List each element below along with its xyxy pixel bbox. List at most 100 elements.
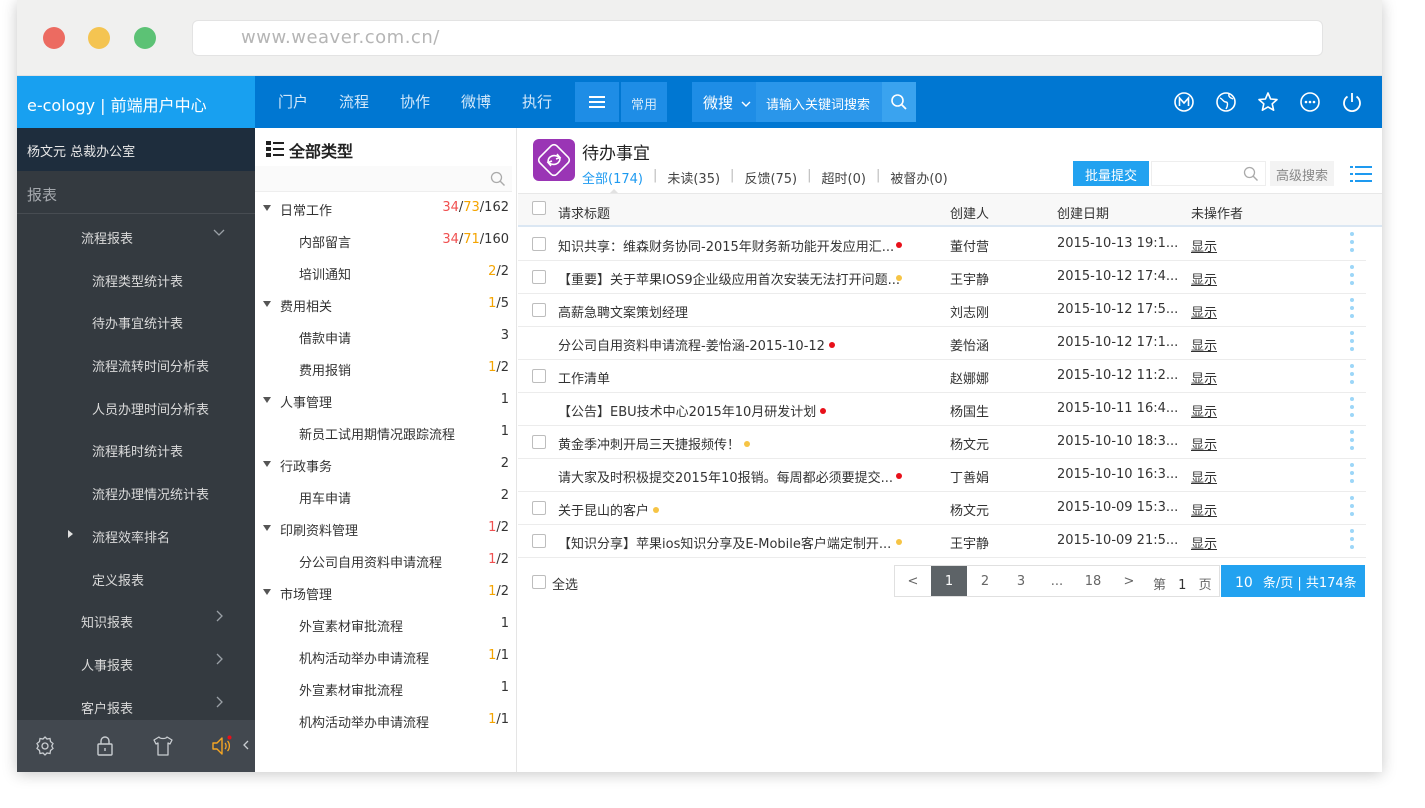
column-header-date[interactable]: 创建日期: [1057, 203, 1109, 222]
list-view-icon[interactable]: [1350, 164, 1372, 184]
tree-group[interactable]: 行政事务 2: [255, 448, 516, 480]
caret-down-icon[interactable]: [263, 397, 271, 403]
tree-group[interactable]: 日常工作 34/73/162: [255, 192, 516, 224]
show-pending-link[interactable]: 显示: [1191, 533, 1217, 552]
tree-item[interactable]: 外宣素材审批流程 1: [255, 608, 516, 640]
row-checkbox[interactable]: [532, 501, 546, 515]
show-pending-link[interactable]: 显示: [1191, 401, 1217, 420]
caret-down-icon[interactable]: [263, 461, 271, 467]
show-pending-link[interactable]: 显示: [1191, 335, 1217, 354]
row-checkbox[interactable]: [532, 534, 546, 548]
speaker-icon[interactable]: [209, 734, 233, 758]
row-more-icon[interactable]: [1350, 331, 1354, 355]
page-button[interactable]: 2: [967, 566, 1003, 596]
tree-group[interactable]: 人事管理 1: [255, 384, 516, 416]
table-row[interactable]: 分公司自用资料申请流程-姜怡涵-2015-10-12 姜怡涵 2015-10-12 …: [518, 327, 1366, 360]
show-pending-link[interactable]: 显示: [1191, 467, 1217, 486]
tree-item[interactable]: 新员工试用期情况跟踪流程 1: [255, 416, 516, 448]
sidebar-item-custom-reports[interactable]: 定义报表: [17, 556, 255, 599]
star-icon[interactable]: [1256, 90, 1280, 114]
prev-page-button[interactable]: <: [895, 566, 931, 596]
search-input[interactable]: 请输入关键词搜索: [756, 82, 882, 122]
hamburger-menu-button[interactable]: [575, 82, 619, 122]
request-title-link[interactable]: 关于昆山的客户: [558, 500, 660, 519]
select-all-checkbox[interactable]: [532, 575, 546, 589]
request-title-link[interactable]: 黄金季冲刺开局三天捷报频传！: [558, 434, 751, 453]
show-pending-link[interactable]: 显示: [1191, 269, 1217, 288]
filter-unread[interactable]: 未读(35): [667, 168, 720, 187]
table-row[interactable]: 黄金季冲刺开局三天捷报频传！ 杨文元 2015-10-10 18:3... 显示: [518, 426, 1366, 459]
caret-down-icon[interactable]: [263, 525, 271, 531]
quick-search-input[interactable]: [1151, 161, 1266, 186]
tree-item[interactable]: 用车申请 2: [255, 480, 516, 512]
tree-item[interactable]: 内部留言 34/71/160: [255, 224, 516, 256]
show-pending-link[interactable]: 显示: [1191, 500, 1217, 519]
request-title-link[interactable]: 工作清单: [558, 368, 610, 387]
sidebar-item-efficiency-ranking[interactable]: 流程效率排名: [17, 513, 255, 556]
current-user[interactable]: 杨文元 总裁办公室: [17, 128, 255, 171]
page-button[interactable]: 3: [1003, 566, 1039, 596]
request-title-link[interactable]: 知识共享：维森财务协同-2015年财务新功能开发应用汇...: [558, 236, 894, 255]
table-row[interactable]: 【知识分享】苹果ios知识分享及E-Mobile客户端定制开... 王宇静 2015…: [518, 525, 1366, 558]
table-row[interactable]: 【公告】EBU技术中心2015年10月研发计划 杨国生 2015-10-11 16:…: [518, 393, 1366, 426]
m-icon[interactable]: [1172, 90, 1196, 114]
show-pending-link[interactable]: 显示: [1191, 302, 1217, 321]
close-window-button[interactable]: [43, 27, 65, 49]
tree-item[interactable]: 培训通知 2/2: [255, 256, 516, 288]
tree-item[interactable]: 机构活动举办申请流程 1/1: [255, 640, 516, 672]
select-all[interactable]: 全选: [532, 574, 578, 593]
row-more-icon[interactable]: [1350, 463, 1354, 487]
row-more-icon[interactable]: [1350, 298, 1354, 322]
search-type-select[interactable]: 微搜: [692, 82, 756, 122]
table-row[interactable]: 工作清单 赵娜娜 2015-10-12 11:2... 显示: [518, 360, 1366, 393]
nav-collaboration[interactable]: 协作: [400, 76, 438, 128]
minimize-window-button[interactable]: [88, 27, 110, 49]
sidebar-item-handling-stats[interactable]: 流程办理情况统计表: [17, 470, 255, 513]
tree-item[interactable]: 机构活动举办申请流程 1/1: [255, 704, 516, 736]
power-icon[interactable]: [1340, 90, 1364, 114]
globe-icon[interactable]: [1214, 90, 1238, 114]
column-header-title[interactable]: 请求标题: [558, 203, 610, 222]
batch-submit-button[interactable]: 批量提交: [1073, 161, 1149, 186]
tree-item[interactable]: 外宣素材审批流程 1: [255, 672, 516, 704]
tree-item[interactable]: 借款申请 3: [255, 320, 516, 352]
sidebar-item-knowledge-reports[interactable]: 知识报表: [17, 598, 255, 641]
table-row[interactable]: 【重要】关于苹果IOS9企业级应用首次安装无法打开问题... 王宇静 2015-10…: [518, 261, 1366, 294]
tree-item[interactable]: 费用报销 1/2: [255, 352, 516, 384]
show-pending-link[interactable]: 显示: [1191, 368, 1217, 387]
search-button[interactable]: [882, 82, 916, 122]
request-title-link[interactable]: 【重要】关于苹果IOS9企业级应用首次安装无法打开问题...: [558, 269, 900, 288]
request-title-link[interactable]: 【公告】EBU技术中心2015年10月研发计划: [558, 401, 827, 420]
sidebar-item-hr-reports[interactable]: 人事报表: [17, 641, 255, 684]
row-more-icon[interactable]: [1350, 529, 1354, 553]
app-brand[interactable]: e-cology | 前端用户中心: [17, 76, 255, 128]
page-size-select[interactable]: 10 条/页 | 共174条: [1221, 565, 1365, 597]
caret-down-icon[interactable]: [263, 205, 271, 211]
request-title-link[interactable]: 【知识分享】苹果ios知识分享及E-Mobile客户端定制开...: [558, 533, 891, 552]
lock-icon[interactable]: [93, 734, 117, 758]
row-checkbox[interactable]: [532, 303, 546, 317]
collapse-sidebar-icon[interactable]: [243, 740, 249, 750]
column-header-creator[interactable]: 创建人: [950, 203, 989, 222]
nav-weibo[interactable]: 微博: [461, 76, 499, 128]
show-pending-link[interactable]: 显示: [1191, 434, 1217, 453]
caret-down-icon[interactable]: [263, 301, 271, 307]
maximize-window-button[interactable]: [134, 27, 156, 49]
row-more-icon[interactable]: [1350, 430, 1354, 454]
sidebar-item-duration-stats[interactable]: 流程耗时统计表: [17, 427, 255, 470]
tree-group[interactable]: 市场管理 1/2: [255, 576, 516, 608]
tree-search-input[interactable]: [255, 166, 512, 192]
address-bar[interactable]: www.weaver.com.cn/: [192, 20, 1323, 56]
filter-supervised[interactable]: 被督办(0): [890, 168, 947, 187]
sidebar-item-type-stats[interactable]: 流程类型统计表: [17, 257, 255, 300]
table-row[interactable]: 高薪急聘文案策划经理 刘志刚 2015-10-12 17:5... 显示: [518, 294, 1366, 327]
sidebar-item-handling-time-analysis[interactable]: 人员办理时间分析表: [17, 385, 255, 428]
row-more-icon[interactable]: [1350, 232, 1354, 256]
request-title-link[interactable]: 分公司自用资料申请流程-姜怡涵-2015-10-12: [558, 335, 835, 354]
row-more-icon[interactable]: [1350, 265, 1354, 289]
nav-portal[interactable]: 门户: [278, 76, 316, 128]
shirt-icon[interactable]: [151, 734, 175, 758]
page-button[interactable]: 18: [1075, 566, 1111, 596]
goto-page-input[interactable]: 1: [1178, 578, 1186, 593]
tree-group[interactable]: 印刷资料管理 1/2: [255, 512, 516, 544]
